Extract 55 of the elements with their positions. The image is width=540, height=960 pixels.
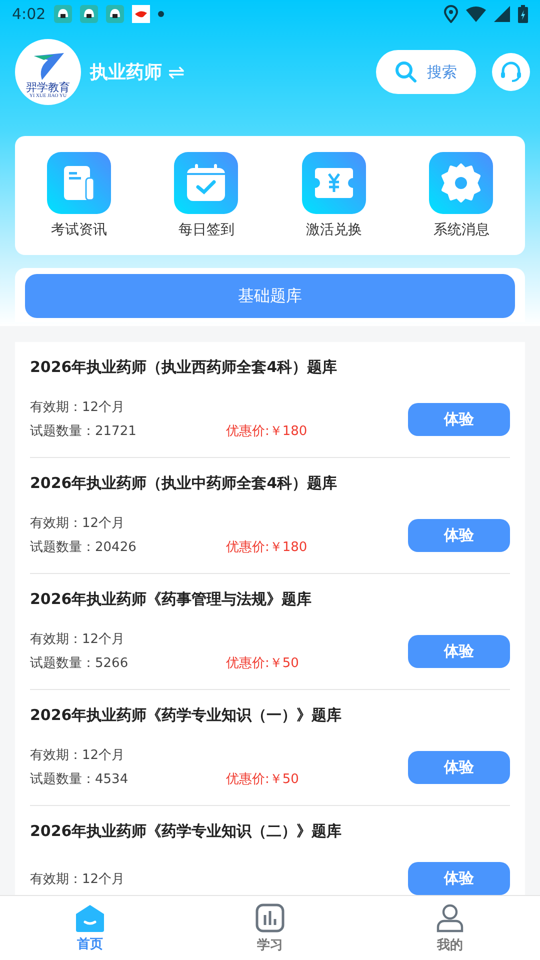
search-button[interactable]: 搜索 <box>376 50 476 94</box>
header-title: 执业药师 <box>90 61 162 84</box>
home-icon <box>75 904 105 932</box>
question-count: 试题数量：21721 <box>30 423 138 440</box>
notification-icon <box>132 5 150 23</box>
price-text: 优惠价:￥50 <box>226 771 299 788</box>
validity-text: 有效期：12个月 <box>30 747 126 764</box>
validity-text: 有效期：12个月 <box>30 631 126 648</box>
battery-icon <box>518 5 528 23</box>
signal-icon <box>494 6 510 22</box>
person-icon <box>435 902 465 932</box>
try-button[interactable]: 体验 <box>408 862 510 895</box>
menu-item[interactable]: 考试资讯 <box>15 152 142 239</box>
try-button[interactable]: 体验 <box>408 402 510 436</box>
price-text: 优惠价:￥180 <box>226 539 308 556</box>
search-icon <box>395 61 417 83</box>
headset-icon <box>499 60 523 84</box>
price-text: 优惠价:￥50 <box>226 655 299 672</box>
validity-text: 有效期：12个月 <box>30 870 126 888</box>
document-icon <box>62 165 96 201</box>
gear-icon <box>441 163 482 203</box>
logo-text: 羿学教育 <box>26 82 70 94</box>
status-time: 4:02 <box>12 5 46 23</box>
price-text: 优惠价:￥180 <box>226 423 308 440</box>
validity-text: 有效期：12个月 <box>30 515 126 532</box>
menu-item[interactable]: 激活兑换 <box>270 152 398 239</box>
location-icon <box>444 5 458 23</box>
wifi-icon <box>466 6 486 22</box>
notification-icon <box>80 5 98 23</box>
question-count: 试题数量：5266 <box>30 655 130 672</box>
switch-icon[interactable]: ⇌ <box>168 60 185 84</box>
try-button[interactable]: 体验 <box>408 518 510 552</box>
bank-title: 2026年执业药师《药学专业知识（二）》题库 <box>30 822 343 841</box>
nav-tab[interactable]: 我的 <box>360 896 540 960</box>
nav-tab[interactable]: 学习 <box>180 896 360 960</box>
bank-title: 2026年执业药师（执业西药师全套4科）题库 <box>30 358 338 377</box>
try-button[interactable]: 体验 <box>408 634 510 668</box>
category-button[interactable]: 基础题库 <box>25 274 515 318</box>
menu-item[interactable]: 每日签到 <box>142 152 270 239</box>
notification-icon <box>54 5 72 23</box>
ticket-icon <box>314 166 354 200</box>
bank-title: 2026年执业药师《药学专业知识（一）》题库 <box>30 706 343 725</box>
notification-icon <box>106 5 124 23</box>
try-button[interactable]: 体验 <box>408 750 510 784</box>
validity-text: 有效期：12个月 <box>30 399 126 416</box>
menu-item[interactable]: 系统消息 <box>398 152 525 239</box>
dot-icon <box>158 11 164 17</box>
question-count: 试题数量：4534 <box>30 771 130 788</box>
bank-title: 2026年执业药师《药事管理与法规》题库 <box>30 590 313 609</box>
support-button[interactable] <box>492 53 530 91</box>
question-count: 试题数量：20426 <box>30 539 138 556</box>
bank-title: 2026年执业药师（执业中药师全套4科）题库 <box>30 474 338 493</box>
calendar-check-icon <box>185 163 228 203</box>
nav-tab[interactable]: 首页 <box>0 896 180 960</box>
bar-chart-icon <box>255 902 285 932</box>
